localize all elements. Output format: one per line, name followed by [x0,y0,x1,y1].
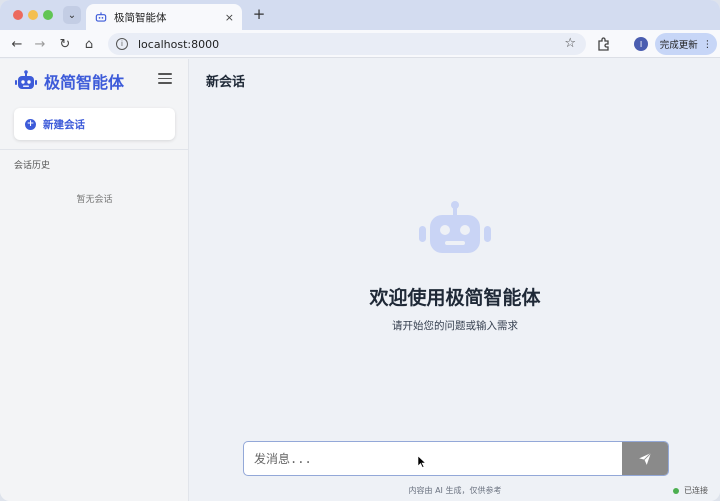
message-input[interactable] [244,442,624,475]
browser-toolbar: ← → ↻ ⌂ i localhost:8000 ☆ I 完成更新 ⋮ [0,30,720,58]
new-chat-label: 新建会话 [43,118,85,131]
footer-note: 内容由 AI 生成，仅供参考 [408,486,502,495]
update-label: 完成更新 [659,40,698,51]
maximize-window-button[interactable] [43,10,53,20]
send-button[interactable] [622,442,668,475]
update-button[interactable]: 完成更新 ⋮ [655,33,717,55]
status-dot [673,487,679,494]
robot-welcome-icon [419,201,491,253]
welcome-title: 欢迎使用极简智能体 [369,287,541,309]
menu-icon[interactable] [158,73,172,85]
welcome-subtitle: 请开始您的问题或输入需求 [392,320,518,332]
home-button[interactable]: ⌂ [80,35,98,53]
browser-window: ⌄ 极简智能体 × + ← → ↻ ⌂ i localhost:8000 ☆ I… [0,0,720,501]
status-text: 已连接 [684,486,708,495]
new-tab-button[interactable]: + [250,5,268,23]
tab-search-button[interactable]: ⌄ [63,6,81,24]
close-window-button[interactable] [13,10,23,20]
more-menu-icon: ⋮ [702,38,713,50]
tab-strip: ⌄ 极简智能体 × + [0,0,720,30]
sidebar-divider [0,149,189,150]
plus-circle-icon: + [25,118,36,130]
extension-icon[interactable] [596,36,612,52]
info-icon[interactable]: i [116,38,128,50]
brand: 极简智能体 [14,69,124,93]
connection-status: 已连接 [673,485,708,496]
brand-name: 极简智能体 [44,73,125,92]
send-icon [639,452,652,465]
url-text: localhost:8000 [138,37,220,51]
mouse-cursor-icon [418,456,426,468]
reload-button[interactable]: ↻ [56,35,74,53]
browser-tab[interactable]: 极简智能体 × [86,4,242,30]
minimize-window-button[interactable] [28,10,38,20]
address-bar[interactable]: i localhost:8000 ☆ [108,33,586,55]
tab-title: 极简智能体 [114,11,167,24]
history-empty-text: 暂无会话 [76,195,113,205]
back-button[interactable]: ← [8,35,26,53]
tab-close-icon[interactable]: × [225,11,234,24]
history-title: 会话历史 [14,161,51,171]
new-chat-button[interactable]: + 新建会话 [14,108,175,140]
sidebar: 极简智能体 + 新建会话 会话历史 暂无会话 [0,59,189,501]
star-icon[interactable]: ☆ [564,36,576,51]
profile-avatar[interactable]: I [634,37,648,51]
message-composer [243,441,669,476]
robot-favicon-icon [95,12,107,22]
forward-button[interactable]: → [31,35,49,53]
page-title: 新会话 [206,75,246,90]
robot-icon [15,70,37,89]
chat-main: 新会话 欢迎使用极简智能体 请开始您的问题或输入需求 内容由 AI 生成，仅供参… [190,59,720,501]
